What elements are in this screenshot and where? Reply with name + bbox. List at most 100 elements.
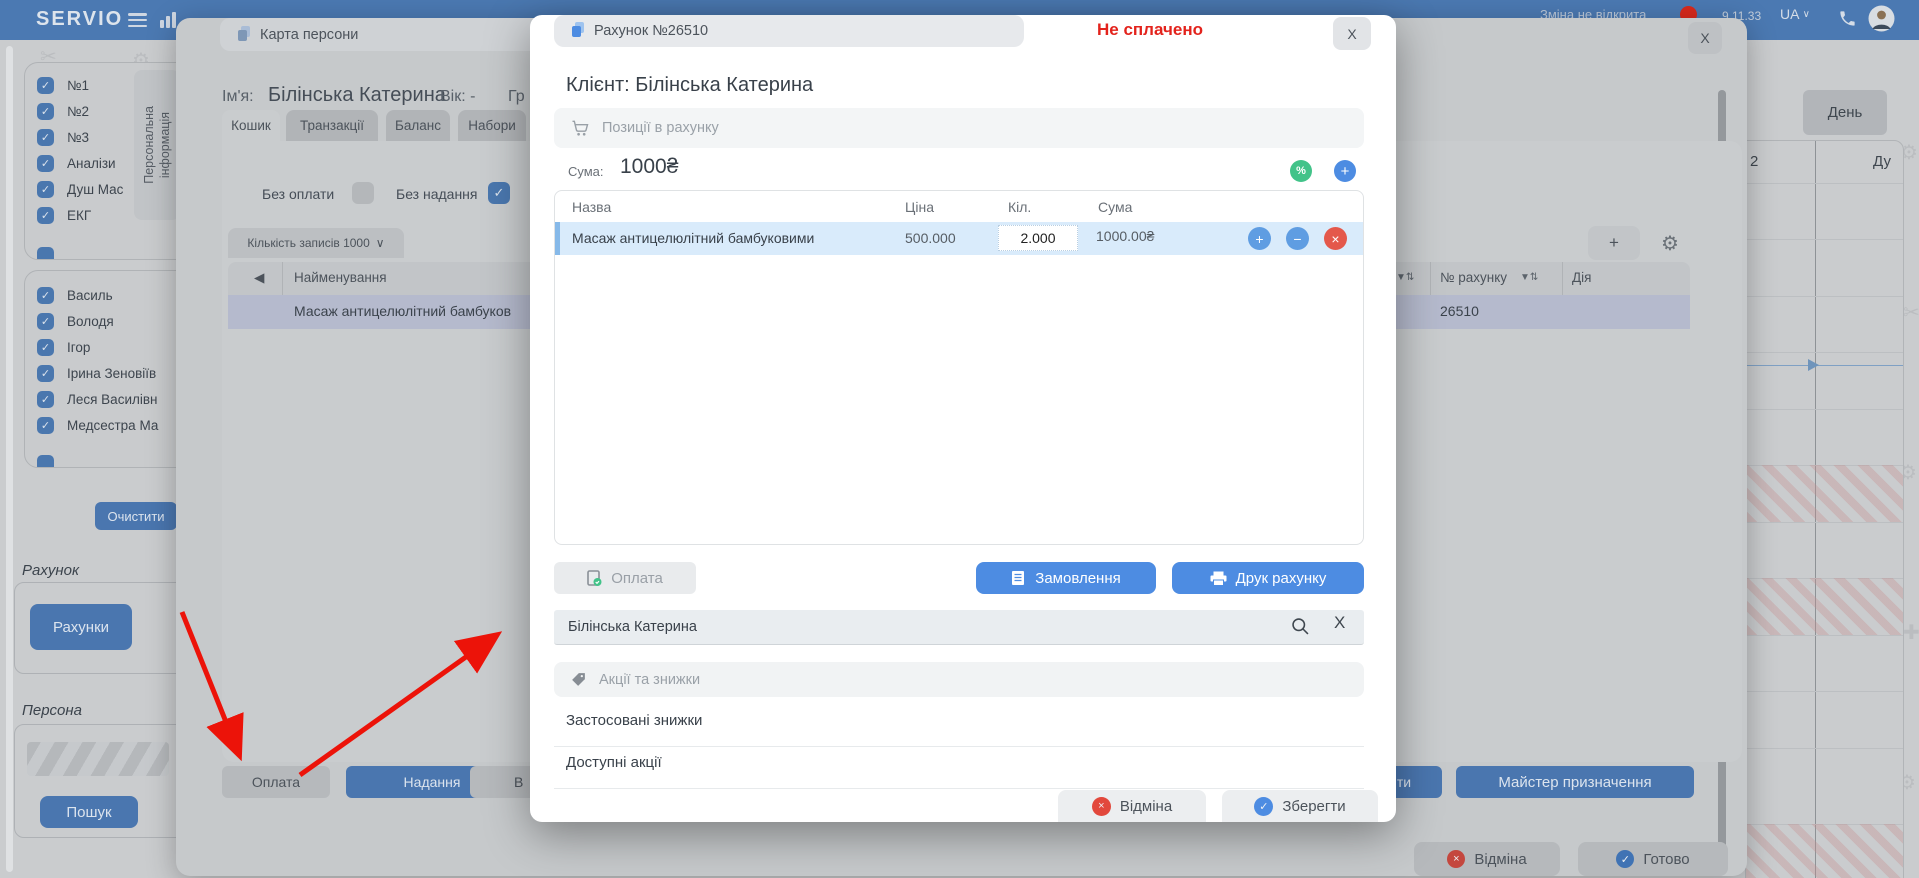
applied-discounts-label: Застосовані знижки	[566, 712, 702, 729]
no-payment-checkbox[interactable]	[352, 182, 374, 204]
scissors-watermark-icon: ✂	[1903, 300, 1919, 325]
discount-percent-button[interactable]: %	[1290, 160, 1312, 182]
service-filter-row[interactable]: ✓№3	[37, 129, 89, 146]
name-label: Ім'я:	[222, 88, 254, 106]
col-header-qty: Кіл.	[1008, 199, 1031, 215]
person-card-done-button[interactable]: ✓ Готово	[1578, 842, 1728, 876]
order-doc-icon	[1011, 570, 1026, 586]
filter-sort-icon[interactable]: ▼⇅	[1396, 272, 1414, 283]
positions-search-input[interactable]: Позиції в рахунку	[554, 108, 1364, 148]
person-search-button[interactable]: Пошук	[40, 796, 138, 828]
service-filter-row[interactable]: ✓№2	[37, 103, 89, 120]
search-icon[interactable]	[1290, 616, 1311, 637]
row-decrease-button[interactable]: −	[1286, 227, 1309, 250]
phone-icon[interactable]	[1838, 9, 1857, 28]
collapse-column-icon[interactable]: ◀	[254, 270, 264, 286]
checkbox-checked-icon[interactable]: ✓	[37, 181, 54, 198]
service-filter-row[interactable]: ✓№1	[37, 77, 89, 94]
row-name: Масаж антицелюлітний бамбуковими	[572, 230, 814, 246]
checkbox-checked-icon[interactable]: ✓	[37, 313, 54, 330]
person-search-input[interactable]	[27, 742, 169, 776]
cancel-x-icon: ×	[1092, 797, 1111, 816]
language-selector[interactable]: UA ∨	[1780, 6, 1810, 22]
master-assignment-button[interactable]: Майстер призначення	[1456, 766, 1694, 798]
done-check-icon: ✓	[1616, 850, 1634, 868]
row-service-name: Масаж антицелюлітний бамбуков	[294, 303, 511, 319]
gear-icon[interactable]: ⚙	[1650, 226, 1690, 260]
invoice-close-button[interactable]: X	[1333, 17, 1371, 50]
blocked-time-band	[1746, 465, 1903, 522]
tab-balance[interactable]: Баланс	[386, 110, 450, 141]
staff-filter-row[interactable]: ✓Володя	[37, 313, 114, 330]
row-qty-input[interactable]: 2.000	[998, 225, 1078, 251]
row-increase-button[interactable]: +	[1248, 227, 1271, 250]
checkbox-checked-icon[interactable]: ✓	[37, 207, 54, 224]
chevron-down-icon: ∨	[376, 236, 385, 250]
checkbox-checked-icon[interactable]: ✓	[37, 365, 54, 382]
screen: SERVIO Зміна не відкрита 9.11.33 UA ∨ ✂ …	[0, 0, 1919, 878]
person-card-cancel-button[interactable]: × Відміна	[1414, 842, 1560, 876]
checkbox-checked-icon[interactable]: ✓	[37, 155, 54, 172]
cart-icon	[570, 118, 590, 138]
service-filter-row[interactable]: ✓Душ Мас	[37, 181, 123, 198]
sum-value: 1000₴	[620, 155, 678, 179]
no-payment-label: Без оплати	[262, 186, 334, 202]
order-button[interactable]: Замовлення	[976, 562, 1156, 594]
account-group-label: Рахунок	[22, 562, 79, 579]
checkbox-checked-icon[interactable]: ✓	[37, 77, 54, 94]
staff-filter-row[interactable]: ✓Медсестра Ма	[37, 417, 158, 434]
service-filter-row[interactable]: ✓ЕКГ	[37, 207, 91, 224]
checkbox-checked-icon[interactable]: ✓	[37, 103, 54, 120]
tab-transactions[interactable]: Транзакції	[286, 110, 378, 141]
payment-doc-icon	[587, 570, 602, 587]
row-sum: 1000.00₴	[1096, 228, 1154, 244]
invoice-cancel-button[interactable]: × Відміна	[1058, 790, 1206, 822]
invoice-save-button[interactable]: ✓ Зберегти	[1222, 790, 1378, 822]
staff-filter-row-clipped[interactable]	[37, 455, 54, 468]
day-view-button[interactable]: День	[1803, 90, 1887, 135]
grid-invoice-header[interactable]: № рахунку	[1440, 270, 1507, 285]
staff-filter-row[interactable]: ✓Леся Василівн	[37, 391, 158, 408]
chevron-down-icon: ∨	[1803, 9, 1810, 20]
service-filter-row[interactable]: ✓Аналізи	[37, 155, 116, 172]
available-promos-label: Доступні акції	[566, 754, 662, 771]
records-count-dropdown[interactable]: Кількість записів 1000 ∨	[228, 228, 404, 258]
person-group-partial: Гр	[508, 88, 525, 106]
user-avatar[interactable]	[1868, 5, 1895, 32]
stats-icon[interactable]	[160, 11, 178, 28]
staff-filter-row[interactable]: ✓Ірина Зеновіїв	[37, 365, 156, 382]
accounts-button[interactable]: Рахунки	[30, 604, 132, 650]
staff-filter-row[interactable]: ✓Ігор	[37, 339, 90, 356]
row-delete-button[interactable]: ×	[1324, 227, 1347, 250]
no-provision-checkbox[interactable]: ✓	[488, 182, 510, 204]
checkbox-checked-icon[interactable]: ✓	[37, 391, 54, 408]
person-card-pay-button[interactable]: Оплата	[222, 766, 330, 798]
menu-icon[interactable]	[128, 13, 147, 27]
grid-name-header[interactable]: Найменування	[294, 270, 387, 285]
checkbox-checked-icon[interactable]: ✓	[37, 417, 54, 434]
checkbox-checked-icon[interactable]: ✓	[37, 287, 54, 304]
add-position-button[interactable]: +	[1334, 160, 1356, 182]
schedule-grid[interactable]: 2 Ду	[1745, 140, 1904, 878]
blocked-time-band	[1746, 824, 1903, 878]
clear-filters-button[interactable]: Очистити	[95, 502, 177, 530]
clear-search-icon[interactable]: X	[1334, 613, 1345, 633]
print-invoice-button[interactable]: Друк рахунку	[1172, 562, 1364, 594]
blocked-time-band	[1746, 578, 1903, 635]
staff-filter-row[interactable]: ✓Василь	[37, 287, 113, 304]
page-scrollbar[interactable]	[6, 46, 13, 872]
filter-sort-icon[interactable]: ▼⇅	[1520, 272, 1538, 283]
tab-basket[interactable]: Кошик	[222, 110, 280, 141]
invoice-pay-button[interactable]: Оплата	[554, 562, 696, 594]
checkbox-checked-icon[interactable]: ✓	[37, 129, 54, 146]
tab-sets[interactable]: Набори	[458, 110, 526, 141]
tab-personal-info[interactable]: Персональна інформація	[134, 70, 180, 220]
person-card-close-button[interactable]: X	[1688, 22, 1722, 54]
row-invoice-number: 26510	[1440, 303, 1479, 319]
col-header-name: Назва	[572, 199, 611, 215]
client-search-input[interactable]: Білінська Катерина	[554, 610, 1364, 645]
add-record-button[interactable]: +	[1588, 226, 1640, 260]
checkbox-checked-icon[interactable]: ✓	[37, 339, 54, 356]
person-age: Вік: -	[440, 88, 475, 106]
service-filter-row-clipped[interactable]	[37, 247, 54, 260]
